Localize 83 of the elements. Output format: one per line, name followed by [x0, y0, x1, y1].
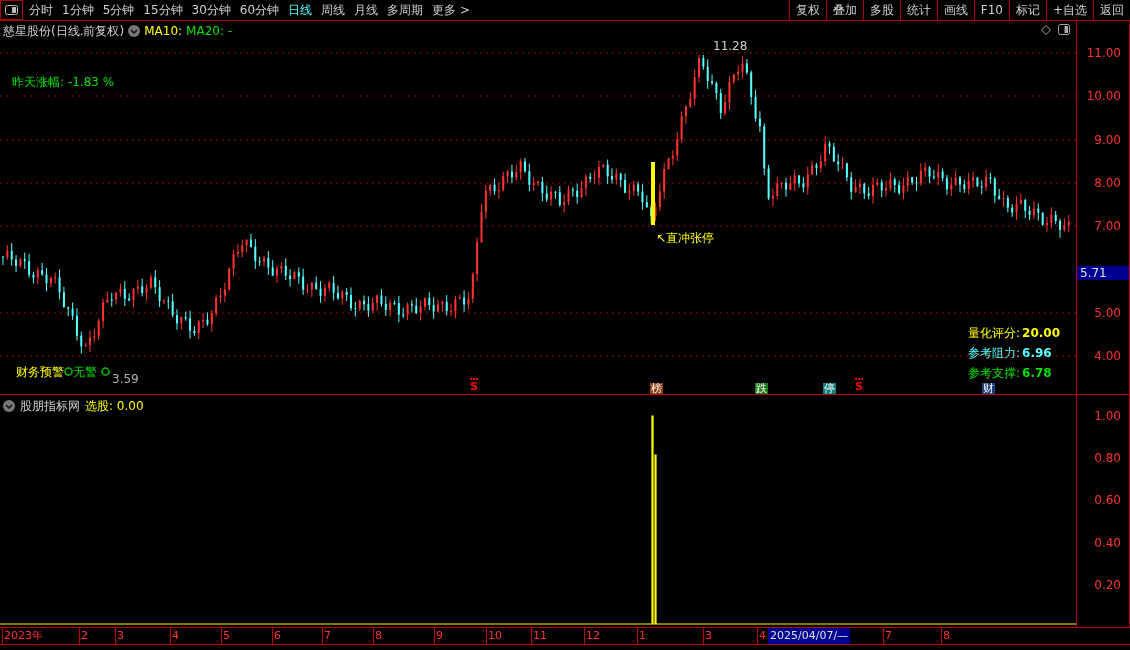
current-price-label: 5.71	[1077, 266, 1129, 280]
limit-up-label: ↖直冲张停	[656, 230, 715, 247]
date-axis-label: 7	[883, 628, 892, 644]
toolbar-button[interactable]: 画线	[936, 0, 974, 20]
price-axis-label: 9.00	[1094, 133, 1121, 147]
stat-value: 6.96	[1022, 346, 1052, 361]
date-axis-label: 3	[115, 628, 124, 644]
indicator-name: 股朋指标网	[20, 398, 80, 415]
stat-label: 参考支撑:	[968, 366, 1021, 381]
toolbar-button[interactable]: 返回	[1093, 0, 1130, 20]
yesterday-change-text: 昨天涨幅: -1.83 %	[12, 74, 115, 91]
date-axis-label: 4	[757, 628, 766, 644]
indicator-axis-label: 0.20	[1094, 578, 1121, 592]
period-tab[interactable]: 1分钟	[62, 1, 94, 19]
price-axis-label: 5.00	[1094, 306, 1121, 320]
cursor-date-label: 2025/04/07/—	[768, 628, 851, 644]
date-axis-label: 10	[486, 628, 502, 644]
period-tab[interactable]: 60分钟	[239, 1, 280, 19]
signal-badge: 跌	[755, 383, 768, 394]
sell-signal-mark: S	[470, 378, 478, 394]
period-tab[interactable]: 更多 >	[432, 1, 470, 19]
price-axis-label: 4.00	[1094, 349, 1121, 363]
price-axis-label: 7.00	[1094, 219, 1121, 233]
date-axis-label: 4	[170, 628, 179, 644]
toolbar-button[interactable]: F10	[973, 0, 1009, 20]
diamond-icon[interactable]	[1041, 25, 1051, 35]
price-axis-label: 8.00	[1094, 176, 1121, 190]
date-axis-label: 7	[322, 628, 331, 644]
toolbar-button[interactable]: 标记	[1008, 0, 1046, 20]
date-axis-label: 12	[584, 628, 600, 644]
date-axis-label: 6	[272, 628, 281, 644]
date-axis-label: 5	[221, 628, 230, 644]
date-axis-label: 2	[79, 628, 88, 644]
sell-signal-mark: S	[855, 378, 863, 394]
toolbar-button[interactable]: 复权	[788, 0, 826, 20]
toolbar-button[interactable]: 统计	[899, 0, 937, 20]
circle-icon	[64, 367, 73, 376]
signal-badge: 财	[982, 383, 995, 394]
ma20-label: MA20: -	[186, 23, 233, 40]
date-axis-label: 1	[637, 628, 646, 644]
panel-toggle-button[interactable]	[0, 0, 23, 20]
period-tab[interactable]: 多周期	[387, 1, 424, 19]
date-axis-label: 3	[703, 628, 712, 644]
chevron-down-icon[interactable]	[128, 25, 141, 37]
price-axis-label: 11.00	[1086, 46, 1121, 60]
period-tab[interactable]: 月线	[354, 1, 379, 19]
period-tab[interactable]: 周线	[321, 1, 346, 19]
indicator-reading: 选股: 0.00	[85, 398, 144, 415]
indicator-axis-label: 0.40	[1094, 536, 1121, 550]
indicator-axis-label: 0.60	[1094, 493, 1121, 507]
period-tab[interactable]: 15分钟	[143, 1, 183, 19]
panel-toggle-icon[interactable]	[1058, 24, 1070, 35]
chart-title: 慈星股份(日线.前复权)	[3, 23, 125, 40]
indicator-axis-label: 0.80	[1094, 451, 1121, 465]
toolbar-button[interactable]: 多股	[862, 0, 900, 20]
period-tab[interactable]: 5分钟	[102, 1, 135, 19]
chevron-down-icon[interactable]	[3, 400, 15, 412]
stat-label: 量化评分:	[968, 326, 1021, 341]
low-price-label: 3.59	[112, 371, 139, 388]
panel-toggle-icon	[5, 5, 18, 15]
circle-icon	[101, 367, 110, 376]
stat-label: 参考阻力:	[968, 346, 1021, 361]
finance-warning-label: 财务预警	[16, 364, 64, 381]
ma10-label: MA10:	[144, 23, 183, 40]
period-tab[interactable]: 日线	[288, 1, 313, 19]
date-axis-label: 8	[373, 628, 382, 644]
price-axis-label: 10.00	[1086, 89, 1121, 103]
indicator-axis-label: 1.00	[1094, 409, 1121, 423]
toolbar-button[interactable]: 叠加	[825, 0, 863, 20]
limit-up-bar	[651, 162, 655, 225]
signal-badge: 榜	[650, 383, 663, 394]
date-axis-label: 2023年	[2, 628, 43, 644]
high-price-label: 11.28	[713, 38, 748, 55]
warning-status-label: 无警	[73, 364, 97, 381]
toolbar-button[interactable]: +自选	[1045, 0, 1093, 20]
stat-value: 20.00	[1022, 326, 1060, 341]
signal-badge: 停	[823, 383, 836, 394]
period-tab[interactable]: 30分钟	[191, 1, 231, 19]
stat-value: 6.78	[1022, 366, 1052, 381]
period-tab[interactable]: 分时	[29, 1, 53, 19]
date-axis-label: 9	[434, 628, 443, 644]
date-axis-label: 8	[941, 628, 950, 644]
date-axis-label: 11	[531, 628, 547, 644]
